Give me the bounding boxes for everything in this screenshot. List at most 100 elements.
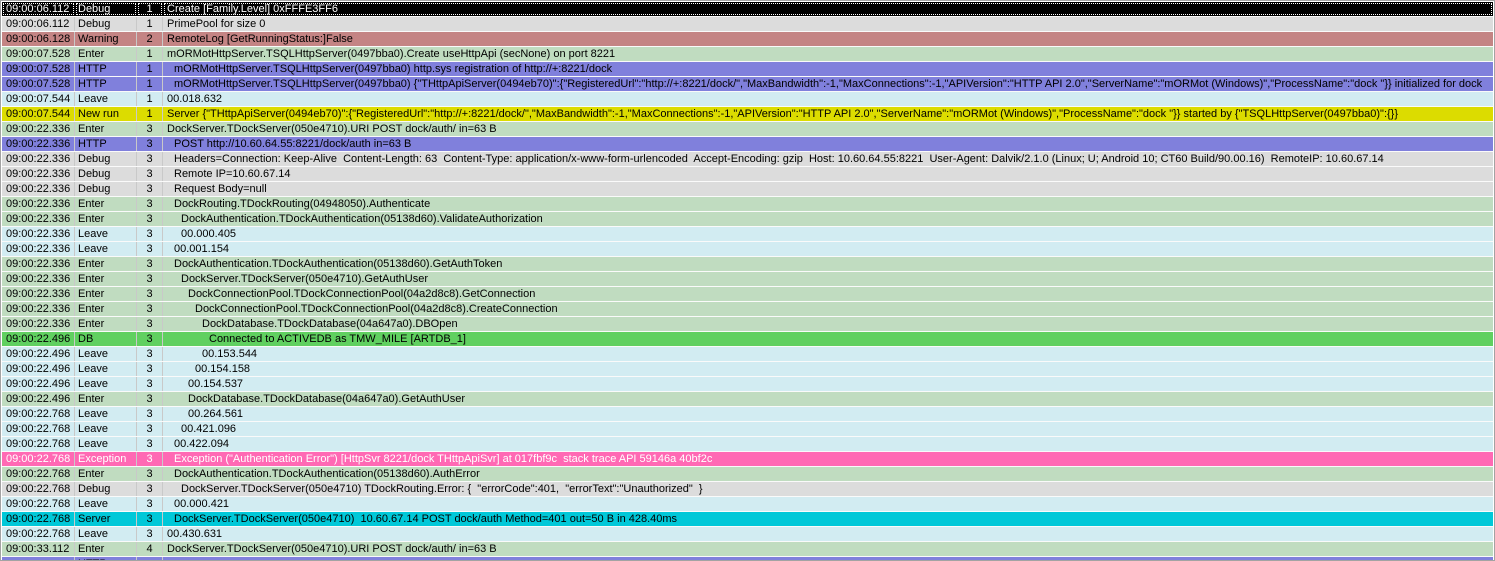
log-message-cell: RemoteLog [GetRunningStatus:]False	[167, 33, 353, 45]
log-thread-cell: 1	[137, 47, 163, 61]
log-time-cell: 09:00:22.768	[2, 527, 75, 541]
log-level-cell: Leave	[75, 362, 137, 376]
log-row[interactable]: 09:00:06.128 Warning 2 RemoteLog [GetRunnin…	[2, 32, 1493, 47]
log-level-cell: Leave	[75, 227, 137, 241]
log-row[interactable]: 09:00:22.768 Leave 3 00.000.421	[2, 497, 1493, 512]
log-level-cell: Debug	[75, 17, 137, 31]
log-row[interactable]: 09:00:07.544 New run 1 Server {"THttpApiSer…	[2, 107, 1493, 122]
log-time-cell: 09:00:22.336	[2, 227, 75, 241]
log-level-cell: Leave	[75, 527, 137, 541]
log-viewer-window: 09:00:06.112 Debug 1 Create [Family.Level] …	[0, 0, 1495, 561]
log-time-cell: 09:00:22.768	[2, 437, 75, 451]
log-message-cell: DockAuthentication.TDockAuthentication(0…	[174, 258, 503, 270]
log-time-cell: 09:00:22.768	[2, 512, 75, 526]
log-time-cell: 09:00:22.768	[2, 497, 75, 511]
log-level-cell: Debug	[75, 182, 137, 196]
log-level-cell: Server	[75, 512, 137, 526]
log-row[interactable]: 09:00:22.768 Leave 3 00.430.631	[2, 527, 1493, 542]
log-row[interactable]: 09:00:07.528 HTTP 1 mORMotHttpServer.TSQLHt…	[2, 77, 1493, 92]
log-level-cell: DB	[75, 332, 137, 346]
log-level-cell: Enter	[75, 542, 137, 556]
log-thread-cell: 3	[137, 257, 163, 271]
log-time-cell: 09:00:22.336	[2, 257, 75, 271]
log-message-cell: Server {"THttpApiServer(0494eb70)":{"Reg…	[167, 108, 1399, 120]
log-row[interactable]: 09:00:22.768 Leave 3 00.264.561	[2, 407, 1493, 422]
log-message-cell: 00.264.561	[188, 408, 244, 420]
log-row[interactable]: 09:00:22.336 Debug 3 Headers=Connection: Ke…	[2, 152, 1493, 167]
log-row[interactable]: 09:00:22.336 Enter 3 DockConnectionPool.TDo…	[2, 302, 1493, 317]
log-time-cell: 09:00:22.768	[2, 422, 75, 436]
log-row[interactable]: 09:00:22.768 Exception 3 Exception ("Authen…	[2, 452, 1493, 467]
log-message-cell: DockAuthentication.TDockAuthentication(0…	[181, 213, 543, 225]
log-row[interactable]: 09:00:07.544 Leave 1 00.018.632	[2, 92, 1493, 107]
log-row[interactable]: 09:00:22.768 Leave 3 00.421.096	[2, 422, 1493, 437]
log-row[interactable]: 09:00:22.768 Enter 3 DockAuthentication.TDo…	[2, 467, 1493, 482]
log-row[interactable]: 09:00:07.528 Enter 1 mORMotHttpServer.TSQLH…	[2, 47, 1493, 62]
log-thread-cell: 1	[137, 2, 163, 16]
log-row[interactable]: 09:00:22.336 Enter 3 DockRouting.TDockRouti…	[2, 197, 1493, 212]
log-thread-cell: 3	[137, 512, 163, 526]
log-message-cell: 00.000.405	[181, 228, 237, 240]
log-row[interactable]: 09:00:22.336 HTTP 3 POST http://10.60.64.55…	[2, 137, 1493, 152]
log-level-cell: Enter	[75, 272, 137, 286]
log-level-cell: Enter	[75, 212, 137, 226]
log-row[interactable]: 09:00:06.112 Debug 1 PrimePool for size 0	[2, 17, 1493, 32]
log-level-cell: HTTP	[75, 137, 137, 151]
log-row[interactable]: 09:00:22.496 Leave 3 00.154.158	[2, 362, 1493, 377]
log-grid[interactable]: 09:00:06.112 Debug 1 Create [Family.Level] …	[2, 2, 1493, 560]
log-time-cell: 09:00:22.336	[2, 272, 75, 286]
log-message-cell: Headers=Connection: Keep-Alive Content-L…	[174, 153, 1384, 165]
log-level-cell: Enter	[75, 122, 137, 136]
log-thread-cell: 3	[137, 347, 163, 361]
log-row[interactable]: 09:00:22.768 Leave 3 00.422.094	[2, 437, 1493, 452]
log-message-cell: 00.018.632	[167, 93, 223, 105]
log-row[interactable]: 09:00:06.112 Debug 1 Create [Family.Level] …	[2, 2, 1493, 17]
log-level-cell: Exception	[75, 452, 137, 466]
log-row[interactable]: 09:00:22.336 Enter 3 DockDatabase.TDockData…	[2, 317, 1493, 332]
log-row[interactable]: 09:00:22.336 Enter 3 DockServer.TDockServer…	[2, 272, 1493, 287]
log-thread-cell: 3	[137, 527, 163, 541]
log-level-cell: Leave	[75, 437, 137, 451]
log-row[interactable]: 09:00:33.112 Enter 4 DockServer.TDockServer…	[2, 542, 1493, 557]
log-time-cell: 09:00:22.768	[2, 482, 75, 496]
log-row[interactable]: 09:00:22.336 Enter 3 DockServer.TDockServer…	[2, 122, 1493, 137]
log-level-cell: Debug	[75, 167, 137, 181]
log-time-cell: 09:00:07.544	[2, 92, 75, 106]
log-thread-cell: 3	[137, 377, 163, 391]
log-level-cell: HTTP	[75, 77, 137, 91]
log-row[interactable]: HTTP	[2, 557, 1493, 560]
log-row[interactable]: 09:00:22.768 Server 3 DockServer.TDockServe…	[2, 512, 1493, 527]
log-row[interactable]: 09:00:22.336 Debug 3 Remote IP=10.60.67.14	[2, 167, 1493, 182]
log-time-cell: 09:00:22.336	[2, 212, 75, 226]
log-time-cell: 09:00:22.336	[2, 302, 75, 316]
log-row[interactable]: 09:00:22.768 Debug 3 DockServer.TDockServer…	[2, 482, 1493, 497]
log-message-cell: 00.001.154	[174, 243, 230, 255]
log-message-cell: Connected to ACTIVEDB as TMW_MILE [ARTDB…	[209, 333, 466, 345]
log-time-cell: 09:00:22.496	[2, 347, 75, 361]
log-message-cell: mORMotHttpServer.TSQLHttpServer(0497bba0…	[174, 78, 1483, 90]
log-level-cell: Leave	[75, 377, 137, 391]
log-thread-cell: 3	[137, 182, 163, 196]
log-thread-cell: 3	[137, 437, 163, 451]
log-row[interactable]: 09:00:22.336 Leave 3 00.000.405	[2, 227, 1493, 242]
log-row[interactable]: 09:00:22.336 Debug 3 Request Body=null	[2, 182, 1493, 197]
log-row[interactable]: 09:00:22.336 Leave 3 00.001.154	[2, 242, 1493, 257]
log-message-cell: 00.154.537	[188, 378, 244, 390]
log-message-cell: DockDatabase.TDockDatabase(04a647a0).DBO…	[202, 318, 458, 330]
log-row[interactable]: 09:00:07.528 HTTP 1 mORMotHttpServer.TSQLHt…	[2, 62, 1493, 77]
log-message-cell	[163, 557, 1493, 560]
log-thread-cell: 3	[137, 152, 163, 166]
log-row[interactable]: 09:00:22.336 Enter 3 DockAuthentication.TDo…	[2, 257, 1493, 272]
log-row[interactable]: 09:00:22.496 Leave 3 00.154.537	[2, 377, 1493, 392]
log-row[interactable]: 09:00:22.336 Enter 3 DockAuthentication.TDo…	[2, 212, 1493, 227]
log-time-cell: 09:00:22.496	[2, 377, 75, 391]
log-thread-cell: 3	[137, 362, 163, 376]
log-time-cell	[2, 557, 75, 560]
log-time-cell: 09:00:22.768	[2, 407, 75, 421]
log-message-cell: PrimePool for size 0	[167, 18, 266, 30]
log-row[interactable]: 09:00:22.496 Leave 3 00.153.544	[2, 347, 1493, 362]
log-row[interactable]: 09:00:22.496 Enter 3 DockDatabase.TDockData…	[2, 392, 1493, 407]
log-row[interactable]: 09:00:22.496 DB 3 Connected to ACTIVEDB as …	[2, 332, 1493, 347]
log-row[interactable]: 09:00:22.336 Enter 3 DockConnectionPool.TDo…	[2, 287, 1493, 302]
log-time-cell: 09:00:22.496	[2, 392, 75, 406]
